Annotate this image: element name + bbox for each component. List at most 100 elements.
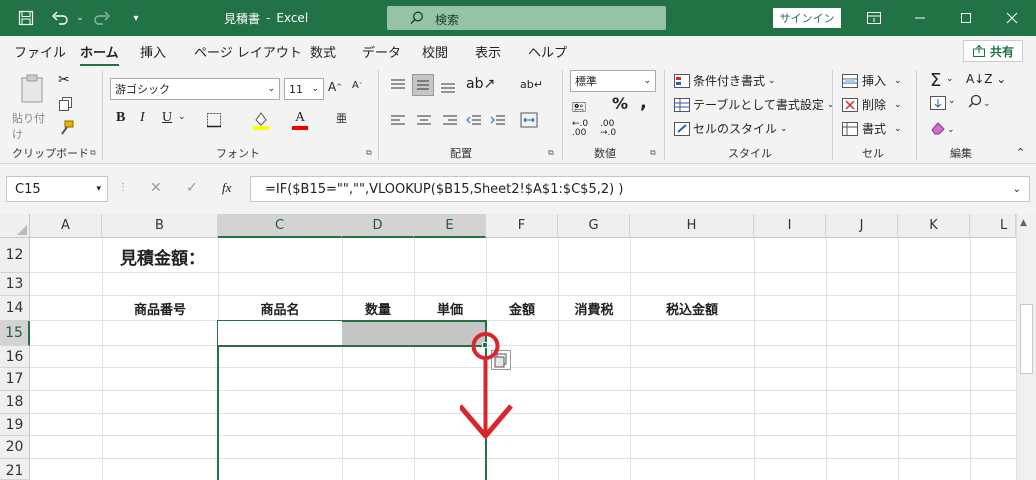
formula-input[interactable]: =IF($B15="","",VLOOKUP($B15,Sheet2!$A$1:… bbox=[250, 176, 1030, 202]
column-header-j[interactable]: J bbox=[826, 214, 898, 238]
decrease-indent-icon[interactable] bbox=[466, 114, 482, 131]
maximize-icon[interactable] bbox=[946, 0, 986, 36]
worksheet-grid[interactable]: A B C D E F G H I J K L 12 13 14 15 16 1… bbox=[0, 214, 1016, 480]
cell-h14[interactable]: 税込金額 bbox=[630, 296, 754, 321]
tab-review[interactable]: 校閲 bbox=[422, 42, 448, 61]
clear-icon[interactable]: ⌄ bbox=[930, 120, 956, 139]
tab-help[interactable]: ヘルプ bbox=[528, 42, 567, 61]
signin-button[interactable]: サインイン bbox=[773, 8, 841, 28]
tab-page-layout[interactable]: ページ レイアウト bbox=[194, 42, 302, 61]
align-middle-icon[interactable] bbox=[412, 74, 434, 96]
chevron-down-icon[interactable]: ⌄ bbox=[178, 112, 186, 122]
save-icon[interactable] bbox=[14, 0, 38, 36]
row-header-19[interactable]: 19 bbox=[0, 414, 30, 436]
wrap-text-icon[interactable]: ab↵ bbox=[520, 78, 543, 91]
align-top-icon[interactable] bbox=[390, 78, 406, 95]
undo-dropdown-icon[interactable]: ⌄ bbox=[74, 0, 86, 36]
align-bottom-icon[interactable] bbox=[440, 80, 456, 97]
cell-f14[interactable]: 金額 bbox=[486, 296, 558, 321]
shrink-font-icon[interactable]: Aˇ bbox=[352, 80, 362, 91]
font-launcher-icon[interactable]: ⧉ bbox=[366, 148, 372, 158]
currency-icon[interactable]: 🖭 bbox=[572, 98, 586, 119]
scroll-thumb[interactable] bbox=[1020, 304, 1033, 374]
row-header-17[interactable]: 17 bbox=[0, 368, 30, 391]
column-header-d[interactable]: D bbox=[342, 214, 414, 238]
scroll-up-icon[interactable]: ▲ bbox=[1020, 218, 1027, 228]
ribbon-display-options-icon[interactable] bbox=[862, 0, 886, 36]
fill-color-icon[interactable] bbox=[252, 110, 270, 133]
conditional-formatting-button[interactable]: 条件付き書式 ⌄ bbox=[674, 72, 776, 89]
orientation-icon[interactable]: ab↗ bbox=[466, 76, 495, 92]
column-header-i[interactable]: I bbox=[754, 214, 826, 238]
tab-insert[interactable]: 挿入 bbox=[140, 42, 166, 61]
format-painter-icon[interactable] bbox=[58, 120, 74, 139]
row-header-13[interactable]: 13 bbox=[0, 273, 30, 296]
format-as-table-button[interactable]: テーブルとして書式設定 ⌄ bbox=[674, 96, 834, 113]
active-cell-c15[interactable] bbox=[218, 321, 342, 345]
select-all-corner[interactable] bbox=[0, 214, 30, 238]
row-header-20[interactable]: 20 bbox=[0, 436, 30, 459]
phonetic-guide-button[interactable]: 亜 bbox=[336, 110, 347, 126]
row-header-12[interactable]: 12 bbox=[0, 238, 30, 273]
delete-cells-button[interactable]: 削除 ⌄ bbox=[842, 96, 902, 113]
format-cells-button[interactable]: 書式 ⌄ bbox=[842, 120, 902, 137]
sort-filter-icon[interactable]: A↓Z ⌄ bbox=[966, 72, 1006, 86]
chevron-down-icon[interactable]: ⌄ bbox=[948, 96, 956, 106]
align-center-icon[interactable] bbox=[416, 114, 432, 131]
column-header-a[interactable]: A bbox=[30, 214, 102, 238]
align-left-icon[interactable] bbox=[390, 114, 406, 131]
tab-home[interactable]: ホーム bbox=[80, 42, 119, 67]
close-icon[interactable] bbox=[992, 0, 1032, 36]
increase-indent-icon[interactable] bbox=[490, 114, 506, 131]
insert-function-icon[interactable]: fx bbox=[222, 180, 231, 196]
share-button[interactable]: 共有 bbox=[963, 40, 1023, 62]
tab-file[interactable]: ファイル bbox=[14, 42, 66, 61]
cell-e14[interactable]: 単価 bbox=[414, 296, 486, 321]
cell-styles-button[interactable]: セルのスタイル ⌄ bbox=[674, 120, 788, 137]
row-header-15[interactable]: 15 bbox=[0, 321, 30, 346]
column-header-f[interactable]: F bbox=[486, 214, 558, 238]
insert-cells-button[interactable]: 挿入 ⌄ bbox=[842, 72, 902, 89]
tab-data[interactable]: データ bbox=[362, 42, 401, 61]
grow-font-icon[interactable]: A ^ bbox=[328, 80, 342, 94]
fill-down-icon[interactable] bbox=[930, 96, 946, 113]
font-size-select[interactable]: 11 ⌄ bbox=[284, 78, 324, 100]
cell-d14[interactable]: 数量 bbox=[342, 296, 414, 321]
cell-c14[interactable]: 商品名 bbox=[218, 296, 342, 321]
alignment-launcher-icon[interactable]: ⧉ bbox=[548, 148, 554, 158]
decrease-decimal-icon[interactable]: .00 →.0 bbox=[600, 120, 616, 138]
cell-b14[interactable]: 商品番号 bbox=[102, 296, 218, 321]
increase-decimal-icon[interactable]: ←.0.00 bbox=[572, 120, 588, 138]
cut-icon[interactable]: ✂ bbox=[58, 72, 70, 88]
percent-button[interactable]: % bbox=[612, 94, 628, 113]
row-header-18[interactable]: 18 bbox=[0, 391, 30, 414]
customize-qat-icon[interactable]: ▾ bbox=[128, 0, 144, 36]
column-header-l[interactable]: L bbox=[970, 214, 1016, 238]
merge-center-icon[interactable] bbox=[520, 112, 538, 131]
tab-view[interactable]: 表示 bbox=[475, 42, 501, 61]
column-header-h[interactable]: H bbox=[630, 214, 754, 238]
search-box[interactable]: 検索 bbox=[387, 6, 666, 30]
name-box[interactable]: C15 ▾ bbox=[6, 176, 108, 202]
clipboard-launcher-icon[interactable]: ⧉ bbox=[90, 148, 96, 158]
align-right-icon[interactable] bbox=[442, 114, 458, 131]
paste-button[interactable]: 貼り付け bbox=[12, 72, 54, 141]
column-header-b[interactable]: B bbox=[102, 214, 218, 238]
chevron-down-icon[interactable]: ⌄ bbox=[946, 74, 954, 84]
italic-button[interactable]: I bbox=[140, 110, 145, 126]
bold-button[interactable]: B bbox=[116, 110, 125, 126]
vertical-scrollbar[interactable]: ▲ bbox=[1016, 214, 1036, 480]
cell-b12[interactable]: 見積金額： bbox=[120, 244, 205, 269]
row-header-16[interactable]: 16 bbox=[0, 346, 30, 368]
find-select-icon[interactable]: ⌄ bbox=[966, 94, 992, 113]
column-header-g[interactable]: G bbox=[558, 214, 630, 238]
autosum-button[interactable]: Σ bbox=[930, 70, 941, 91]
column-header-e[interactable]: E bbox=[414, 214, 486, 238]
comma-button[interactable]: , bbox=[640, 92, 647, 113]
cell-g14[interactable]: 消費税 bbox=[558, 296, 630, 321]
tab-formulas[interactable]: 数式 bbox=[310, 42, 336, 61]
column-header-c[interactable]: C bbox=[218, 214, 342, 238]
undo-icon[interactable] bbox=[46, 0, 74, 36]
borders-icon[interactable] bbox=[206, 112, 222, 131]
row-header-14[interactable]: 14 bbox=[0, 296, 30, 321]
